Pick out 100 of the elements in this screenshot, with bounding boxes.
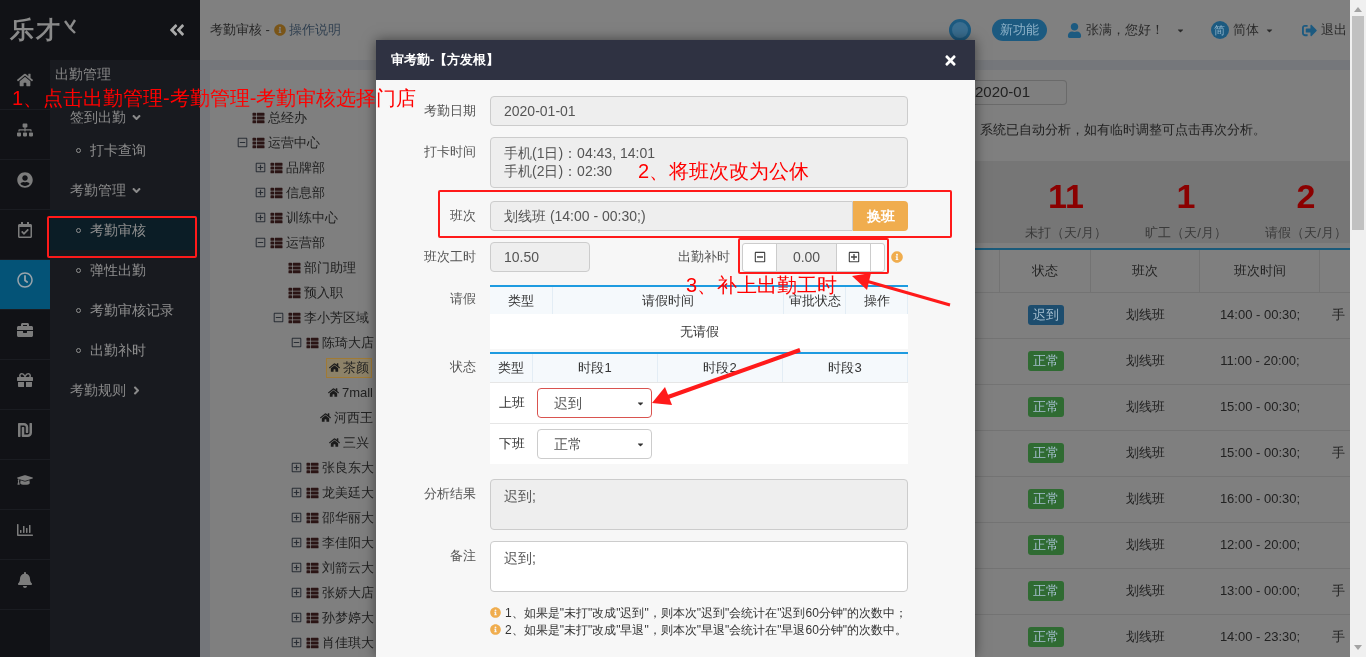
tree-item[interactable]: 张娇大店 — [306, 582, 374, 603]
table-cell-text: 划线班 — [1125, 306, 1166, 325]
table-cell-text: 手 — [1332, 628, 1345, 647]
tree-item[interactable]: 刘箭云大 — [306, 557, 374, 578]
collapse-toggle-icon[interactable] — [237, 137, 248, 148]
status-select[interactable]: 迟到 — [537, 388, 652, 418]
tree-item[interactable]: 李小芳区域 — [288, 307, 369, 328]
expand-toggle-icon[interactable] — [291, 512, 302, 523]
scrollbar[interactable] — [1350, 0, 1366, 657]
table-cell-text: 划线班 — [1125, 352, 1166, 371]
empty-message: 无请假 — [679, 322, 719, 341]
house-icon — [329, 437, 340, 448]
logout-icon — [1301, 22, 1317, 38]
expand-toggle-icon[interactable] — [291, 637, 302, 648]
annotation-text: 1、点击出勤管理-考勤管理-考勤审核选择门店 — [12, 89, 417, 107]
column-header: 班次 — [1091, 249, 1200, 292]
logout-link[interactable]: 退出 — [1301, 20, 1347, 40]
expand-toggle-icon[interactable] — [291, 587, 302, 598]
status-badge: 正常 — [1027, 581, 1064, 601]
help-link[interactable]: 操作说明 — [288, 20, 341, 40]
expand-toggle-icon[interactable] — [291, 612, 302, 623]
new-feature-button[interactable]: 新功能 — [991, 19, 1047, 41]
sidebar-group[interactable]: 考勤规则 — [70, 382, 143, 398]
language-menu[interactable]: 简 简体 — [1210, 20, 1274, 40]
tree-item[interactable]: 河西王 — [317, 407, 376, 428]
tree-item[interactable]: 龙美廷大 — [306, 482, 374, 503]
info-icon — [490, 624, 501, 635]
sidebar-title: 出勤管理 — [55, 66, 111, 82]
note-text: 2、如果是"未打"改成"早退"，则本次"早退"会统计在"早退60分钟"的次数中。 — [505, 621, 908, 639]
scrollbar-thumb[interactable] — [1352, 16, 1364, 230]
tree-item[interactable]: 训练中心 — [270, 207, 338, 228]
tree-item[interactable]: 三兴 — [326, 432, 372, 453]
expand-toggle-icon[interactable] — [291, 537, 302, 548]
close-icon[interactable] — [943, 52, 958, 68]
status-select[interactable]: 正常 — [537, 429, 652, 459]
expand-toggle-icon[interactable] — [291, 462, 302, 473]
collapse-toggle-icon[interactable] — [291, 337, 302, 348]
tree-item[interactable]: 信息部 — [270, 182, 325, 203]
list-icon — [306, 536, 319, 549]
remark-field[interactable]: 迟到; — [490, 541, 908, 592]
scroll-up-icon[interactable] — [1354, 7, 1362, 12]
page-title: 考勤审核 - — [210, 21, 270, 40]
tree-item[interactable]: 肖佳琪大 — [306, 632, 374, 653]
table-cell-text: 12:00 - 20:00; — [1218, 536, 1302, 555]
sitemap-icon — [17, 122, 33, 138]
tree-item[interactable]: 茶颜 — [326, 357, 372, 378]
table-cell-text: 划线班 — [1125, 628, 1166, 647]
analysis-field[interactable]: 迟到; — [490, 479, 908, 530]
list-icon — [288, 286, 301, 299]
shift-field[interactable]: 划线班 (14:00 - 00:30;) — [490, 201, 853, 231]
table-cell-text: 划线班 — [1125, 398, 1166, 417]
column-header: 班次时间 — [1200, 249, 1320, 292]
sidebar-group[interactable]: 签到出勤 — [70, 109, 143, 125]
briefcase-icon — [17, 322, 33, 338]
collapse-toggle-icon[interactable] — [255, 237, 266, 248]
tree-item[interactable]: 陈琦大店 — [306, 332, 374, 353]
expand-toggle-icon[interactable] — [255, 187, 266, 198]
collapse-sidebar-icon[interactable] — [168, 21, 186, 39]
collapse-toggle-icon[interactable] — [273, 312, 284, 323]
status-badge: 迟到 — [1027, 305, 1064, 325]
tree-item[interactable]: 李佳阳大 — [306, 532, 374, 553]
tree-item[interactable]: 运营中心 — [252, 132, 320, 153]
user-menu[interactable]: 张满，您好！ — [1066, 20, 1185, 40]
date-field[interactable]: 2020-01-01 — [490, 96, 908, 126]
sidebar-item[interactable]: 考勤审核 — [50, 210, 200, 250]
status-badge: 正常 — [1027, 627, 1064, 647]
expand-toggle-icon[interactable] — [255, 212, 266, 223]
shift-hours-field[interactable]: 10.50 — [490, 242, 590, 272]
sidebar-item[interactable]: 出勤补时 — [50, 330, 200, 370]
field-label: 考勤日期 — [424, 103, 476, 119]
list-icon — [306, 611, 319, 624]
tree-item[interactable]: 总经办 — [252, 107, 307, 128]
calendar-check-icon — [17, 222, 33, 238]
table-cell-text: 划线班 — [1125, 582, 1166, 601]
tree-item[interactable]: 品牌部 — [270, 157, 325, 178]
tree-item[interactable]: 运营部 — [270, 232, 325, 253]
tree-item[interactable]: 邵华丽大 — [306, 507, 374, 528]
tree-item[interactable]: 孙梦婷大 — [306, 607, 374, 628]
scroll-down-icon[interactable] — [1354, 645, 1362, 650]
ring-icon[interactable] — [948, 19, 971, 41]
house-icon — [327, 387, 339, 398]
status-badge: 正常 — [1027, 351, 1064, 371]
table-cell-text: 16:00 - 00:30; — [1218, 490, 1302, 509]
annotation-text: 2、将班次改为公休 — [638, 159, 810, 183]
table-cell-text: 15:00 - 00:30; — [1218, 444, 1302, 463]
sidebar-item[interactable]: 考勤审核记录 — [50, 290, 200, 330]
status-badge: 正常 — [1027, 443, 1064, 463]
list-icon — [270, 186, 283, 199]
sidebar-group[interactable]: 考勤管理 — [70, 182, 143, 198]
expand-toggle-icon[interactable] — [255, 162, 266, 173]
tree-item[interactable]: 张良东大 — [306, 457, 374, 478]
tree-item[interactable]: 预入职 — [288, 282, 343, 303]
sidebar-item[interactable]: 弹性出勤 — [50, 250, 200, 290]
nav-rail-item[interactable] — [0, 260, 50, 310]
expand-toggle-icon[interactable] — [291, 487, 302, 498]
sidebar-item[interactable]: 打卡查询 — [50, 130, 200, 170]
tree-item[interactable]: 部门助理 — [288, 257, 356, 278]
expand-toggle-icon[interactable] — [291, 562, 302, 573]
gift-icon — [17, 372, 33, 388]
tree-item[interactable]: 7mall — [324, 382, 376, 403]
